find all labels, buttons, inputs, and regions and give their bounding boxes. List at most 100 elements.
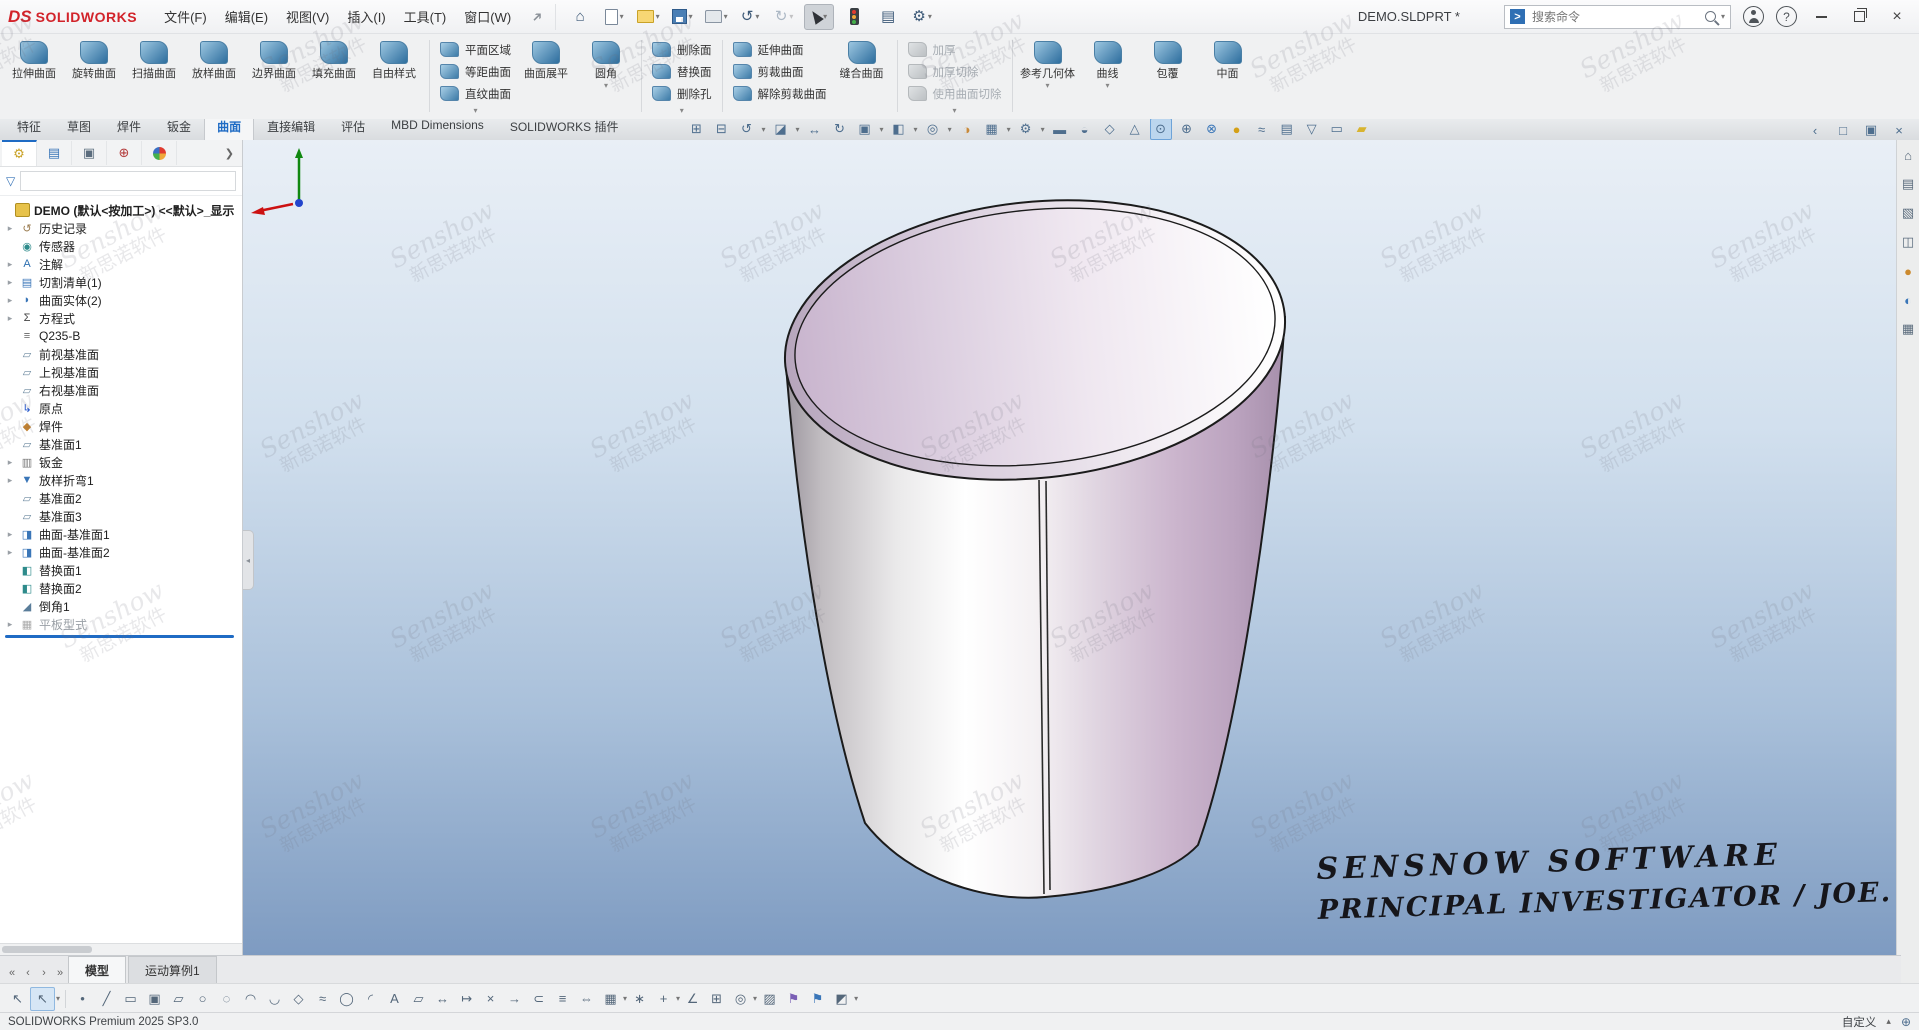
tree-item-3[interactable]: ▸▤切割清单(1) bbox=[3, 273, 242, 291]
customize-label[interactable]: 自定义 bbox=[1842, 1014, 1877, 1030]
pane-layout-icon[interactable]: □ bbox=[1833, 120, 1853, 140]
wrap-button[interactable]: 包覆 bbox=[1138, 35, 1198, 117]
extruded-surface-button[interactable]: 拉伸曲面 bbox=[4, 35, 64, 117]
save-button[interactable]: ▾ bbox=[668, 5, 696, 29]
customize-arrow-icon[interactable]: ▴ bbox=[1886, 1016, 1891, 1027]
lofted-surface-button[interactable]: 放样曲面 bbox=[184, 35, 244, 117]
menu-item-3[interactable]: 插入(I) bbox=[338, 3, 394, 30]
convert-entities-icon[interactable]: ⊂ bbox=[527, 988, 550, 1010]
screen-capture-icon[interactable]: ▭ bbox=[1327, 119, 1347, 139]
dropdown-arrow-icon[interactable]: ▾ bbox=[753, 994, 757, 1003]
configurationmanager-tab-tab[interactable]: ▣ bbox=[72, 141, 107, 165]
edit-sketch-icon[interactable]: ▰ bbox=[1352, 119, 1372, 139]
search-magnifier-icon[interactable] bbox=[1705, 11, 1716, 22]
zoom-fit-icon[interactable]: ⊞ bbox=[687, 119, 707, 139]
shadow-icon[interactable]: ▬ bbox=[1050, 119, 1070, 139]
midsurface-button[interactable]: 中面 bbox=[1198, 35, 1258, 117]
search-dropdown-icon[interactable]: ▾ bbox=[1721, 12, 1725, 21]
menu-item-2[interactable]: 视图(V) bbox=[277, 3, 338, 30]
tree-item-8[interactable]: ▱上视基准面 bbox=[3, 363, 242, 381]
untrim-surface-button[interactable]: 解除剪裁曲面 bbox=[728, 84, 832, 103]
flatten-surface-button[interactable]: 曲面展平 bbox=[516, 35, 576, 117]
trim-entities-icon[interactable]: × bbox=[479, 988, 502, 1010]
expand-arrow-icon[interactable]: ▸ bbox=[5, 295, 15, 306]
split-pane-icon[interactable]: ▣ bbox=[1861, 120, 1881, 140]
pan-icon[interactable]: ↔ bbox=[805, 119, 825, 139]
help-icon[interactable]: ? bbox=[1776, 6, 1797, 27]
restore-button[interactable] bbox=[1845, 5, 1873, 29]
taskpane-resources-icon[interactable]: ⌂ bbox=[1899, 146, 1917, 164]
sketch-point-icon[interactable]: • bbox=[71, 988, 94, 1010]
dropdown-arrow-icon[interactable]: ▾ bbox=[647, 106, 717, 115]
repair-sketch-icon[interactable]: ⊞ bbox=[705, 988, 728, 1010]
measure-icon[interactable]: ⊗ bbox=[1202, 119, 1222, 139]
ambient-occlusion-icon[interactable]: ◒ bbox=[1075, 119, 1095, 139]
zebra-stripes-icon[interactable]: ▤ bbox=[1277, 119, 1297, 139]
dropdown-arrow-icon[interactable]: ▾ bbox=[880, 125, 884, 134]
expand-arrow-icon[interactable]: ▸ bbox=[5, 619, 15, 630]
extend-surface-button[interactable]: 延伸曲面 bbox=[728, 40, 832, 59]
close-pane-icon[interactable]: × bbox=[1889, 120, 1909, 140]
instant2d-flag-icon[interactable]: ⚑ bbox=[782, 988, 805, 1010]
zoom-area-icon[interactable]: ⊟ bbox=[712, 119, 732, 139]
replace-face-button[interactable]: 替换面 bbox=[647, 62, 717, 81]
file-properties-button[interactable]: ▤ bbox=[874, 5, 902, 29]
dropdown-arrow-icon[interactable]: ▾ bbox=[1007, 125, 1011, 134]
isolate-icon[interactable]: ⊙ bbox=[1150, 118, 1172, 140]
sketch-fillet-icon[interactable]: ◜ bbox=[359, 988, 382, 1010]
tree-item-0[interactable]: ▸↺历史记录 bbox=[3, 219, 242, 237]
edit-appearance-icon[interactable]: ◑ bbox=[957, 119, 977, 139]
command-search-box[interactable]: > ▾ bbox=[1504, 5, 1731, 29]
dropdown-arrow-icon[interactable]: ▾ bbox=[755, 12, 759, 21]
undo-button[interactable]: ↺▾ bbox=[736, 5, 764, 29]
dropdown-arrow-icon[interactable]: ▾ bbox=[823, 12, 827, 21]
cartoon-view-icon[interactable]: △ bbox=[1125, 119, 1145, 139]
dropdown-arrow-icon[interactable]: ▾ bbox=[796, 125, 800, 134]
tangent-arc-icon[interactable]: ◡ bbox=[263, 988, 286, 1010]
expand-arrow-icon[interactable]: ▸ bbox=[5, 277, 15, 288]
apply-scene-icon[interactable]: ▦ bbox=[982, 119, 1002, 139]
tree-item-16[interactable]: ▱基准面3 bbox=[3, 507, 242, 525]
scroll-tabs-left-icon[interactable]: ‹ bbox=[1805, 120, 1825, 140]
tree-item-14[interactable]: ▸▼放样折弯1 bbox=[3, 471, 242, 489]
dropdown-arrow-icon[interactable]: ▾ bbox=[604, 80, 608, 92]
expand-arrow-icon[interactable]: ▸ bbox=[5, 547, 15, 558]
tree-item-17[interactable]: ▸◨曲面-基准面1 bbox=[3, 525, 242, 543]
tree-filter-input[interactable] bbox=[20, 171, 236, 191]
panel-splitter-handle[interactable]: ◂ bbox=[243, 530, 254, 590]
view-orientation-icon[interactable]: ▣ bbox=[855, 119, 875, 139]
expand-arrow-icon[interactable]: ▸ bbox=[5, 457, 15, 468]
cylinder-model[interactable] bbox=[243, 140, 1897, 955]
magnifying-glass-icon[interactable]: ⊕ bbox=[1177, 119, 1197, 139]
perspective-icon[interactable]: ◇ bbox=[1100, 119, 1120, 139]
propertymanager-tab-tab[interactable]: ▤ bbox=[37, 141, 72, 165]
offset-entities-icon[interactable]: ≡ bbox=[551, 988, 574, 1010]
menu-item-0[interactable]: 文件(F) bbox=[155, 3, 216, 30]
shaded-contours-icon[interactable]: ◩ bbox=[830, 988, 853, 1010]
filter-funnel-icon[interactable]: ▽ bbox=[6, 174, 15, 188]
ellipse-tool-icon[interactable]: ◯ bbox=[335, 988, 358, 1010]
cut-with-surface-button[interactable]: 使用曲面切除 bbox=[903, 84, 1007, 103]
menu-item-5[interactable]: 窗口(W) bbox=[455, 3, 520, 30]
line-tool-icon[interactable]: ╱ bbox=[95, 988, 118, 1010]
tab-scroll-icon-0[interactable]: « bbox=[4, 967, 20, 984]
tree-item-19[interactable]: ◧替换面1 bbox=[3, 561, 242, 579]
dropdown-arrow-icon[interactable]: ▾ bbox=[623, 994, 627, 1003]
trim-surface-button[interactable]: 剪裁曲面 bbox=[728, 62, 832, 81]
menu-item-1[interactable]: 编辑(E) bbox=[216, 3, 277, 30]
curvature-icon[interactable]: ≈ bbox=[1252, 119, 1272, 139]
rotate-view-icon[interactable]: ↻ bbox=[830, 119, 850, 139]
print-button[interactable]: ▾ bbox=[702, 5, 730, 29]
perimeter-circle-icon[interactable]: ◌ bbox=[215, 988, 238, 1010]
expand-panel-chevron-icon[interactable]: ❯ bbox=[225, 147, 242, 160]
quick-snaps-icon[interactable]: ◎ bbox=[729, 988, 752, 1010]
view-palette-icon[interactable]: ◫ bbox=[1899, 233, 1917, 251]
open-file-button[interactable]: ▾ bbox=[634, 5, 662, 29]
minimize-button[interactable] bbox=[1807, 5, 1835, 29]
home-button[interactable]: ⌂ bbox=[566, 5, 594, 29]
delete-face-button[interactable]: 删除面 bbox=[647, 40, 717, 59]
close-button[interactable]: × bbox=[1883, 5, 1911, 29]
display-relations-icon[interactable]: ∠ bbox=[681, 988, 704, 1010]
sketch-picture-icon[interactable]: ▨ bbox=[758, 988, 781, 1010]
parallelogram-icon[interactable]: ▱ bbox=[167, 988, 190, 1010]
